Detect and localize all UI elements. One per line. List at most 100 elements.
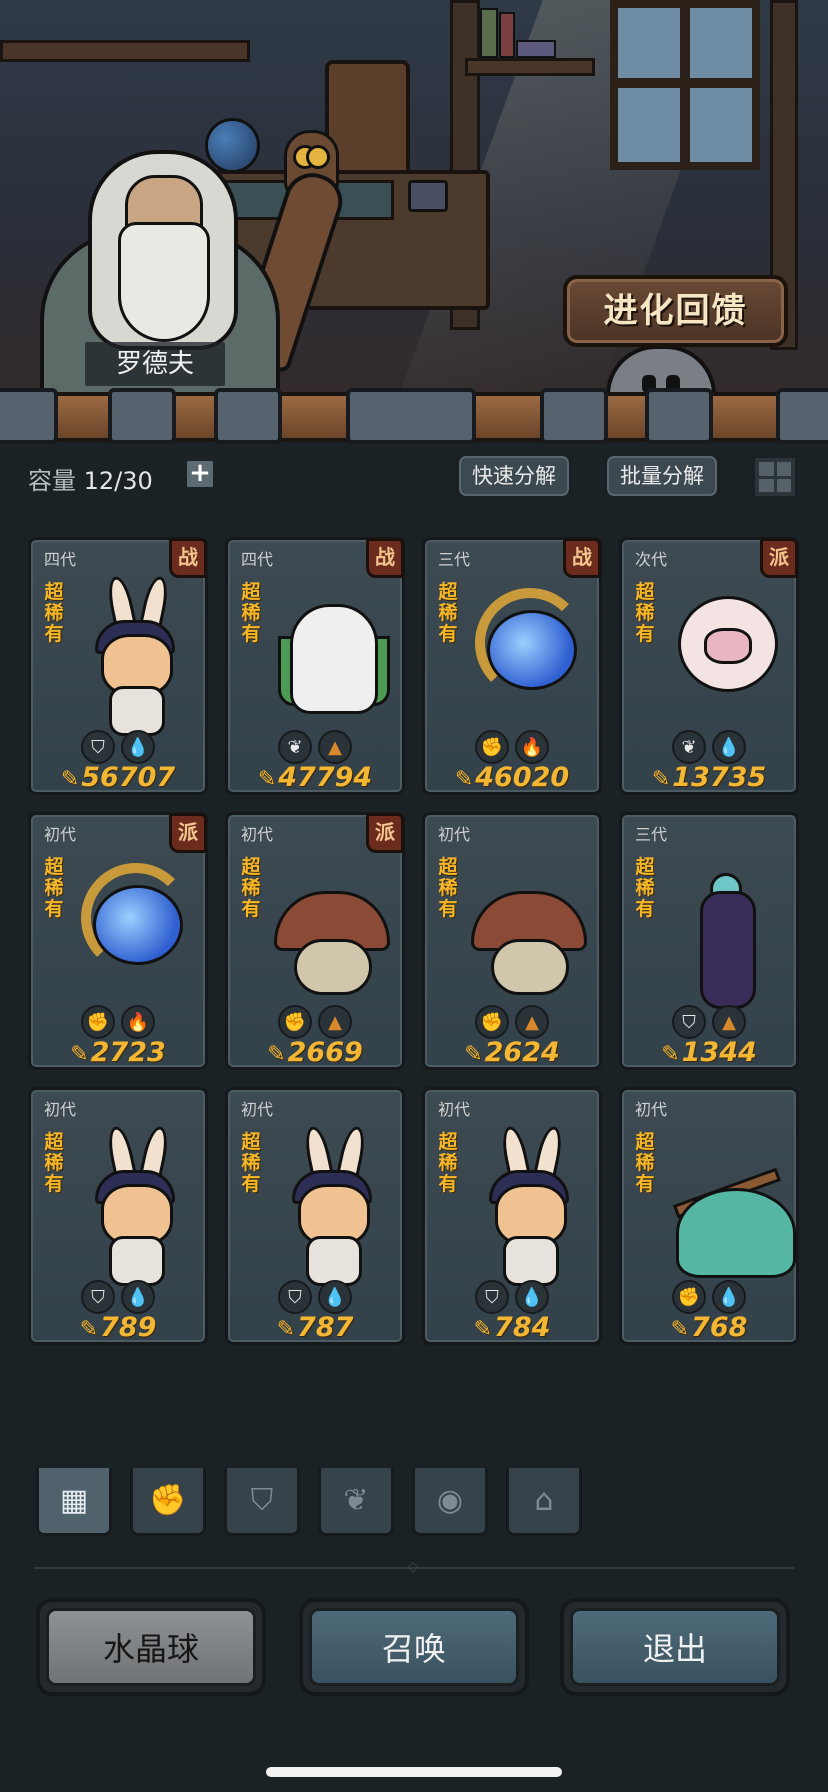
generation-label: 初代 (438, 1100, 471, 1119)
power-value: ✎2624 (425, 1037, 599, 1068)
shield-icon: ⛉ (475, 1280, 509, 1314)
power-number: 784 (494, 1312, 551, 1343)
fist-icon: ✊ (672, 1280, 706, 1314)
power-number: 2624 (484, 1037, 560, 1068)
divider-ornament: ◇ (407, 1559, 419, 1575)
shield-icon: ⛉ (672, 1005, 706, 1039)
book (516, 40, 556, 58)
element-types: ✊ 🔥 (31, 1005, 205, 1039)
pet-card[interactable]: 三代 战 超稀有 ✊ 🔥 ✎46020 (422, 537, 602, 795)
wall-shelf (465, 58, 595, 76)
generation-label: 三代 (635, 825, 668, 844)
pet-card[interactable]: 初代 超稀有 ⛉ 💧 ✎789 (28, 1087, 208, 1345)
element-types: ✊ ▲ (425, 1005, 599, 1039)
evolution-reward-button[interactable]: 进化回馈 (563, 275, 788, 347)
faction-badge: 战 (366, 538, 404, 578)
character-portrait (465, 1124, 595, 1286)
batch-decompose-button[interactable]: 批量分解 (604, 453, 720, 499)
generation-label: 初代 (438, 825, 471, 844)
inventory-toolbar: 容量 12/30 + 快速分解 批量分解 (0, 445, 828, 510)
faction-badge: 派 (366, 813, 404, 853)
window (610, 0, 760, 170)
power-number: 2669 (287, 1037, 363, 1068)
rarity-label: 超稀有 (44, 1131, 64, 1195)
filter-tab[interactable]: ⛉ (224, 1468, 300, 1536)
summon-button[interactable]: 召唤 (299, 1598, 529, 1696)
power-value: ✎13735 (622, 762, 796, 793)
fire-icon: 🔥 (515, 730, 549, 764)
earth-icon: ▲ (318, 1005, 352, 1039)
rarity-label: 超稀有 (635, 1131, 655, 1195)
rarity-label: 超稀有 (635, 856, 655, 920)
character-portrait (71, 1124, 201, 1286)
filter-tab[interactable]: ◉ (412, 1468, 488, 1536)
generation-label: 初代 (241, 1100, 274, 1119)
power-value: ✎1344 (622, 1037, 796, 1068)
power-value: ✎787 (228, 1312, 402, 1343)
capacity-display: 容量 12/30 (28, 461, 153, 496)
pet-card[interactable]: 初代 超稀有 ⛉ 💧 ✎787 (225, 1087, 405, 1345)
element-types: ✊ 💧 (622, 1280, 796, 1314)
character-portrait (71, 574, 201, 736)
pet-card[interactable]: 初代 派 超稀有 ✊ ▲ ✎2669 (225, 812, 405, 1070)
shrine-icon: ⌂ (534, 1483, 554, 1518)
fence-post (645, 388, 713, 444)
character-portrait (662, 1126, 796, 1286)
all-blocks-icon: ▦ (59, 1483, 89, 1518)
rarity-label: 超稀有 (44, 856, 64, 920)
fist-icon: ✊ (278, 1005, 312, 1039)
pet-card[interactable]: 次代 派 超稀有 ❦ 💧 ✎13735 (619, 537, 799, 795)
character-portrait (465, 851, 595, 1011)
fence-post (108, 388, 176, 444)
pet-card[interactable]: 初代 超稀有 ✊ 💧 ✎768 (619, 1087, 799, 1345)
capacity-label: 容量 (28, 467, 76, 495)
globe (205, 118, 260, 173)
pet-card[interactable]: 初代 派 超稀有 ✊ 🔥 ✎2723 (28, 812, 208, 1070)
character-portrait (268, 1124, 398, 1286)
element-types: ✊ 🔥 (425, 730, 599, 764)
fist-icon: ✊ (475, 730, 509, 764)
rarity-label: 超稀有 (44, 581, 64, 645)
water-icon: 💧 (121, 730, 155, 764)
power-icon: ✎ (661, 1042, 680, 1067)
power-icon: ✎ (276, 1317, 296, 1342)
pet-card[interactable]: 四代 战 超稀有 ❦ ▲ ✎47794 (225, 537, 405, 795)
power-value: ✎47794 (228, 762, 402, 793)
element-types: ⛉ 💧 (31, 730, 205, 764)
power-icon: ✎ (473, 1317, 493, 1342)
power-value: ✎2669 (228, 1037, 402, 1068)
exit-button[interactable]: 退出 (560, 1598, 790, 1696)
element-types: ⛉ ▲ (622, 1005, 796, 1039)
crystal-ball-button[interactable]: 水晶球 (36, 1598, 266, 1696)
earth-icon: ▲ (515, 1005, 549, 1039)
sprout-icon: ❦ (343, 1483, 369, 1518)
quick-decompose-button[interactable]: 快速分解 (456, 453, 572, 499)
power-icon: ✎ (257, 767, 277, 792)
rarity-label: 超稀有 (241, 1131, 261, 1195)
crystal-ball-label: 水晶球 (46, 1608, 256, 1686)
filter-tab[interactable]: ❦ (318, 1468, 394, 1536)
layout-toggle-button[interactable] (752, 455, 798, 499)
filter-tab[interactable]: ⌂ (506, 1468, 582, 1536)
pet-card[interactable]: 初代 超稀有 ⛉ 💧 ✎784 (422, 1087, 602, 1345)
power-number: 789 (100, 1312, 157, 1343)
character-portrait (662, 576, 792, 736)
filter-tab[interactable]: ▦ (36, 1468, 112, 1536)
rarity-label: 超稀有 (635, 581, 655, 645)
pet-card[interactable]: 四代 战 超稀有 ⛉ 💧 ✎56707 (28, 537, 208, 795)
fist-icon: ✊ (81, 1005, 115, 1039)
home-indicator[interactable] (266, 1767, 562, 1777)
pet-card[interactable]: 初代 超稀有 ✊ ▲ ✎2624 (422, 812, 602, 1070)
power-value: ✎789 (31, 1312, 205, 1343)
element-types: ❦ ▲ (228, 730, 402, 764)
power-icon: ✎ (70, 1042, 89, 1067)
pet-card[interactable]: 三代 超稀有 ⛉ ▲ ✎1344 (619, 812, 799, 1070)
summon-label: 召唤 (309, 1608, 519, 1686)
earth-icon: ▲ (318, 730, 352, 764)
filter-tab[interactable]: ✊ (130, 1468, 206, 1536)
fence-post (776, 388, 828, 444)
generation-label: 次代 (635, 550, 668, 569)
expand-capacity-button[interactable]: + (185, 459, 215, 489)
earth-icon: ▲ (712, 1005, 746, 1039)
fence-post (540, 388, 608, 444)
